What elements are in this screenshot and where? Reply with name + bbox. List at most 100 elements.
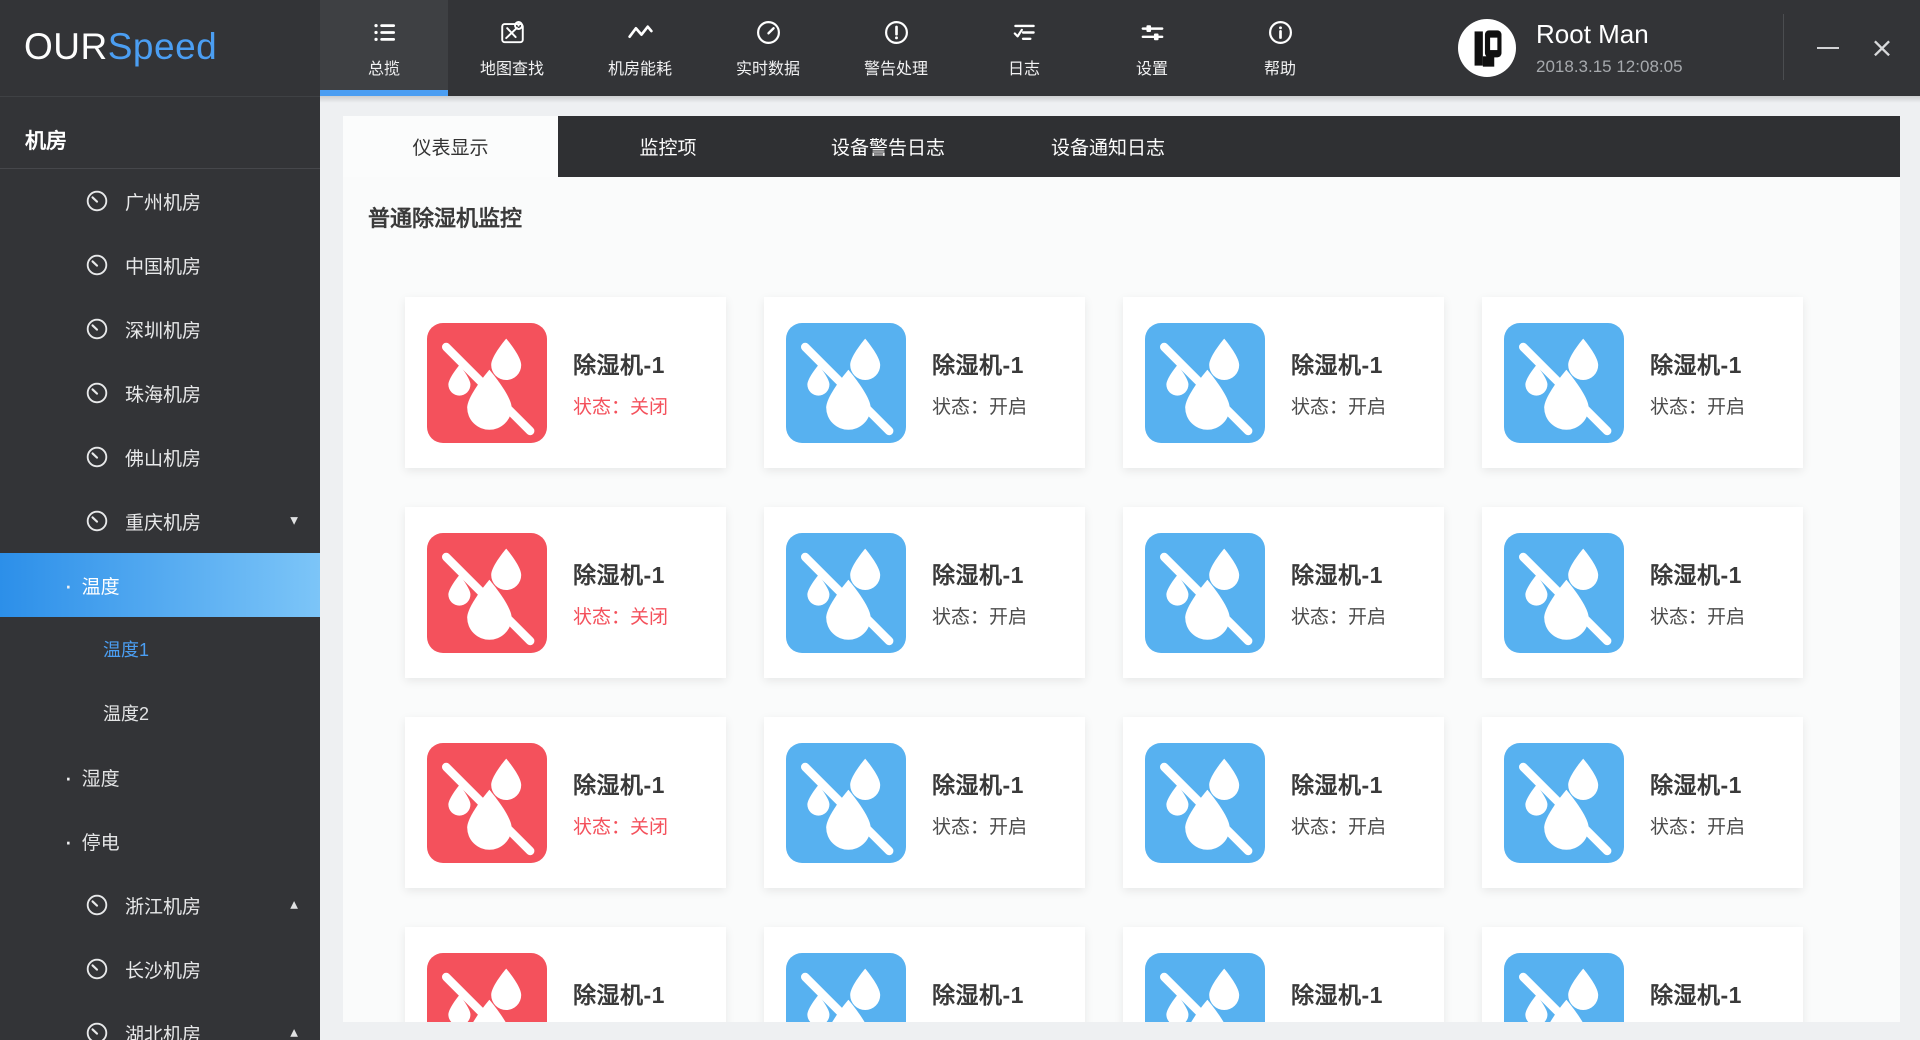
sidebar-item-chongqing[interactable]: 重庆机房 ▼ bbox=[0, 489, 320, 553]
device-card[interactable]: 除湿机-1 状态：开启 bbox=[1123, 297, 1444, 468]
dehumidifier-on-icon bbox=[1145, 743, 1265, 863]
sidebar-item-zhongguo[interactable]: 中国机房 bbox=[0, 233, 320, 297]
sidebar: 机房 广州机房 中国机房 深圳机房 珠海机房 佛山机房 重庆机房 ▼ · 温度 … bbox=[0, 96, 320, 1040]
status-value: 开启 bbox=[1707, 397, 1745, 418]
status-value: 开启 bbox=[989, 397, 1027, 418]
sidebar-item-foshan[interactable]: 佛山机房 bbox=[0, 425, 320, 489]
tab-monitor-items[interactable]: 监控项 bbox=[558, 116, 778, 177]
logo-primary: OUR bbox=[24, 26, 108, 67]
device-name: 除湿机-1 bbox=[1291, 976, 1386, 1010]
sidebar-subitem-humidity[interactable]: · 湿度 bbox=[0, 745, 320, 809]
close-button[interactable]: × bbox=[1864, 30, 1900, 66]
device-card[interactable]: 除湿机-1 状态：开启 bbox=[764, 297, 1085, 468]
status-label: 状态： bbox=[1650, 607, 1707, 628]
status-value: 开启 bbox=[1348, 397, 1386, 418]
alert-circle-icon bbox=[882, 17, 911, 47]
device-card[interactable]: 除湿机-1 状态：开启 bbox=[1123, 507, 1444, 678]
device-name: 除湿机-1 bbox=[932, 556, 1027, 590]
device-card[interactable]: 除湿机-1 状态：开启 bbox=[764, 717, 1085, 888]
tab-device-warning-log[interactable]: 设备警告日志 bbox=[778, 116, 998, 177]
device-card[interactable]: 除湿机-1 状态：开启 bbox=[1123, 717, 1444, 888]
device-name: 除湿机-1 bbox=[932, 346, 1027, 380]
sidebar-item-label: 中国机房 bbox=[125, 252, 201, 279]
sidebar-item-changsha[interactable]: 长沙机房 bbox=[0, 937, 320, 1001]
bullet-icon: · bbox=[64, 572, 73, 598]
tab-dashboard-display[interactable]: 仪表显示 bbox=[343, 116, 558, 177]
sidebar-subitem-temperature-selected[interactable]: · 温度 bbox=[0, 553, 320, 617]
status-value: 开启 bbox=[1348, 607, 1386, 628]
status-value: 开启 bbox=[1707, 817, 1745, 838]
status-label: 状态： bbox=[573, 817, 630, 838]
status-value: 开启 bbox=[989, 817, 1027, 838]
user-avatar bbox=[1458, 19, 1516, 77]
sidebar-subitem-temperature-1[interactable]: 温度1 bbox=[0, 617, 320, 681]
device-card[interactable]: 除湿机-1 状态：关闭 bbox=[405, 507, 726, 678]
device-card-text: 除湿机-1 状态：开启 bbox=[1291, 976, 1386, 1022]
device-card[interactable]: 除湿机-1 状态：开启 bbox=[1482, 927, 1803, 1022]
status-value: 关闭 bbox=[630, 607, 668, 628]
device-name: 除湿机-1 bbox=[1650, 976, 1745, 1010]
nav-item-help[interactable]: 帮助 bbox=[1216, 0, 1344, 96]
tab-device-notice-log[interactable]: 设备通知日志 bbox=[998, 116, 1218, 177]
device-card[interactable]: 除湿机-1 状态：关闭 bbox=[405, 297, 726, 468]
nav-item-realtime[interactable]: 实时数据 bbox=[704, 0, 832, 96]
chevron-up-icon[interactable]: ▲ bbox=[290, 1028, 298, 1039]
device-card[interactable]: 除湿机-1 状态：关闭 bbox=[405, 927, 726, 1022]
sidebar-subitem-label: 停电 bbox=[82, 828, 120, 855]
dehumidifier-on-icon bbox=[1504, 533, 1624, 653]
sidebar-item-shenzhen[interactable]: 深圳机房 bbox=[0, 297, 320, 361]
nav-label: 实时数据 bbox=[736, 55, 800, 79]
sidebar-item-zhuhai[interactable]: 珠海机房 bbox=[0, 361, 320, 425]
device-card[interactable]: 除湿机-1 状态：开启 bbox=[1482, 507, 1803, 678]
device-card-text: 除湿机-1 状态：关闭 bbox=[573, 556, 668, 629]
device-card-text: 除湿机-1 状态：开启 bbox=[1650, 556, 1745, 629]
device-card-text: 除湿机-1 状态：开启 bbox=[932, 556, 1027, 629]
nav-item-settings[interactable]: 设置 bbox=[1088, 0, 1216, 96]
device-card-text: 除湿机-1 状态：开启 bbox=[1291, 556, 1386, 629]
device-card-grid: 除湿机-1 状态：关闭 除湿机-1 状态：开启 除湿机-1 状态：开启 bbox=[405, 297, 1804, 1022]
device-card-text: 除湿机-1 状态：关闭 bbox=[573, 346, 668, 419]
nav-item-logs[interactable]: 日志 bbox=[960, 0, 1088, 96]
main-content: 仪表显示 监控项 设备警告日志 设备通知日志 普通除湿机监控 除湿机-1 状态：… bbox=[320, 96, 1920, 1040]
sidebar-item-hubei[interactable]: 湖北机房 ▲ bbox=[0, 1001, 320, 1040]
device-card[interactable]: 除湿机-1 状态：开启 bbox=[1123, 927, 1444, 1022]
device-name: 除湿机-1 bbox=[932, 766, 1027, 800]
sidebar-subitem-label: 温度2 bbox=[103, 700, 149, 726]
device-name: 除湿机-1 bbox=[1650, 346, 1745, 380]
device-card[interactable]: 除湿机-1 状态：开启 bbox=[764, 927, 1085, 1022]
sidebar-item-guangzhou[interactable]: 广州机房 bbox=[0, 169, 320, 233]
sidebar-item-zhejiang[interactable]: 浙江机房 ▲ bbox=[0, 873, 320, 937]
user-menu[interactable]: Root Man 2018.3.15 12:08:05 bbox=[1458, 0, 1683, 96]
device-status: 状态：开启 bbox=[1650, 812, 1745, 839]
minimize-button[interactable] bbox=[1810, 30, 1846, 66]
sidebar-subitem-label: 温度 bbox=[82, 572, 120, 599]
nav-item-overview[interactable]: 总揽 bbox=[320, 0, 448, 96]
sidebar-subitem-power-outage[interactable]: · 停电 bbox=[0, 809, 320, 873]
nav-item-map-search[interactable]: 地图查找 bbox=[448, 0, 576, 96]
device-name: 除湿机-1 bbox=[932, 976, 1027, 1010]
bullet-icon: · bbox=[64, 828, 73, 854]
settings-sliders-icon bbox=[1138, 17, 1167, 47]
device-card[interactable]: 除湿机-1 状态：开启 bbox=[1482, 297, 1803, 468]
gauge-icon bbox=[84, 380, 110, 406]
chevron-down-icon[interactable]: ▼ bbox=[290, 516, 298, 527]
logo-accent: Speed bbox=[108, 26, 218, 67]
chevron-up-icon[interactable]: ▲ bbox=[290, 900, 298, 911]
status-label: 状态： bbox=[932, 397, 989, 418]
dehumidifier-on-icon bbox=[1145, 533, 1265, 653]
device-card-text: 除湿机-1 状态：开启 bbox=[1650, 346, 1745, 419]
device-name: 除湿机-1 bbox=[573, 766, 668, 800]
user-meta: Root Man 2018.3.15 12:08:05 bbox=[1536, 19, 1683, 77]
gauge-icon bbox=[84, 316, 110, 342]
device-card[interactable]: 除湿机-1 状态：关闭 bbox=[405, 717, 726, 888]
nav-item-energy[interactable]: 机房能耗 bbox=[576, 0, 704, 96]
nav-item-alerts[interactable]: 警告处理 bbox=[832, 0, 960, 96]
sidebar-subitem-temperature-2[interactable]: 温度2 bbox=[0, 681, 320, 745]
device-status: 状态：开启 bbox=[1650, 392, 1745, 419]
dehumidifier-on-icon bbox=[1145, 953, 1265, 1023]
device-card[interactable]: 除湿机-1 状态：开启 bbox=[764, 507, 1085, 678]
status-value: 关闭 bbox=[630, 397, 668, 418]
device-name: 除湿机-1 bbox=[573, 556, 668, 590]
device-card[interactable]: 除湿机-1 状态：开启 bbox=[1482, 717, 1803, 888]
status-label: 状态： bbox=[1650, 817, 1707, 838]
